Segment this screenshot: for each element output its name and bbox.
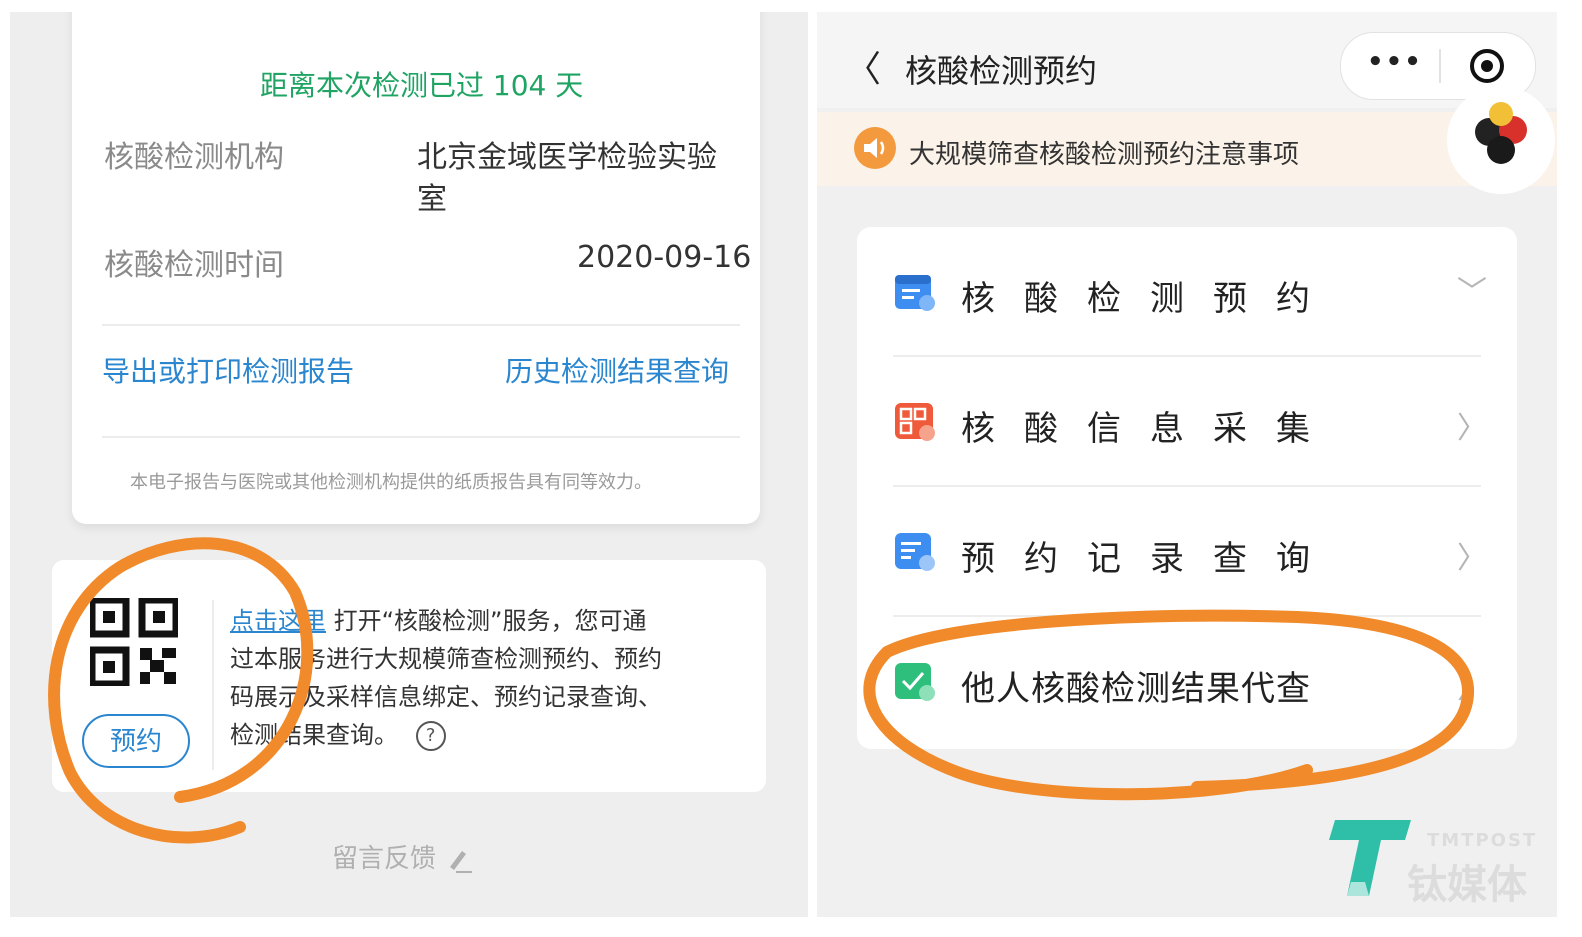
orange-annotation-oval	[863, 609, 1475, 801]
right-screenshot: 〈 核酸检测预约 ••• 大规模筛查核酸检测预约注意事项 核酸检测预约 ﹀ 核酸…	[817, 12, 1557, 917]
left-screenshot: 距离本次检测已过 104 天 核酸检测机构 北京金域医学检验实验 室 核酸检测时…	[10, 12, 808, 917]
orange-annotation-circle	[48, 537, 314, 844]
watermark-en: TMTPOST	[1427, 830, 1538, 851]
tmtpost-logo-icon	[1329, 820, 1411, 896]
watermark-cn: 钛媒体	[1407, 862, 1527, 908]
